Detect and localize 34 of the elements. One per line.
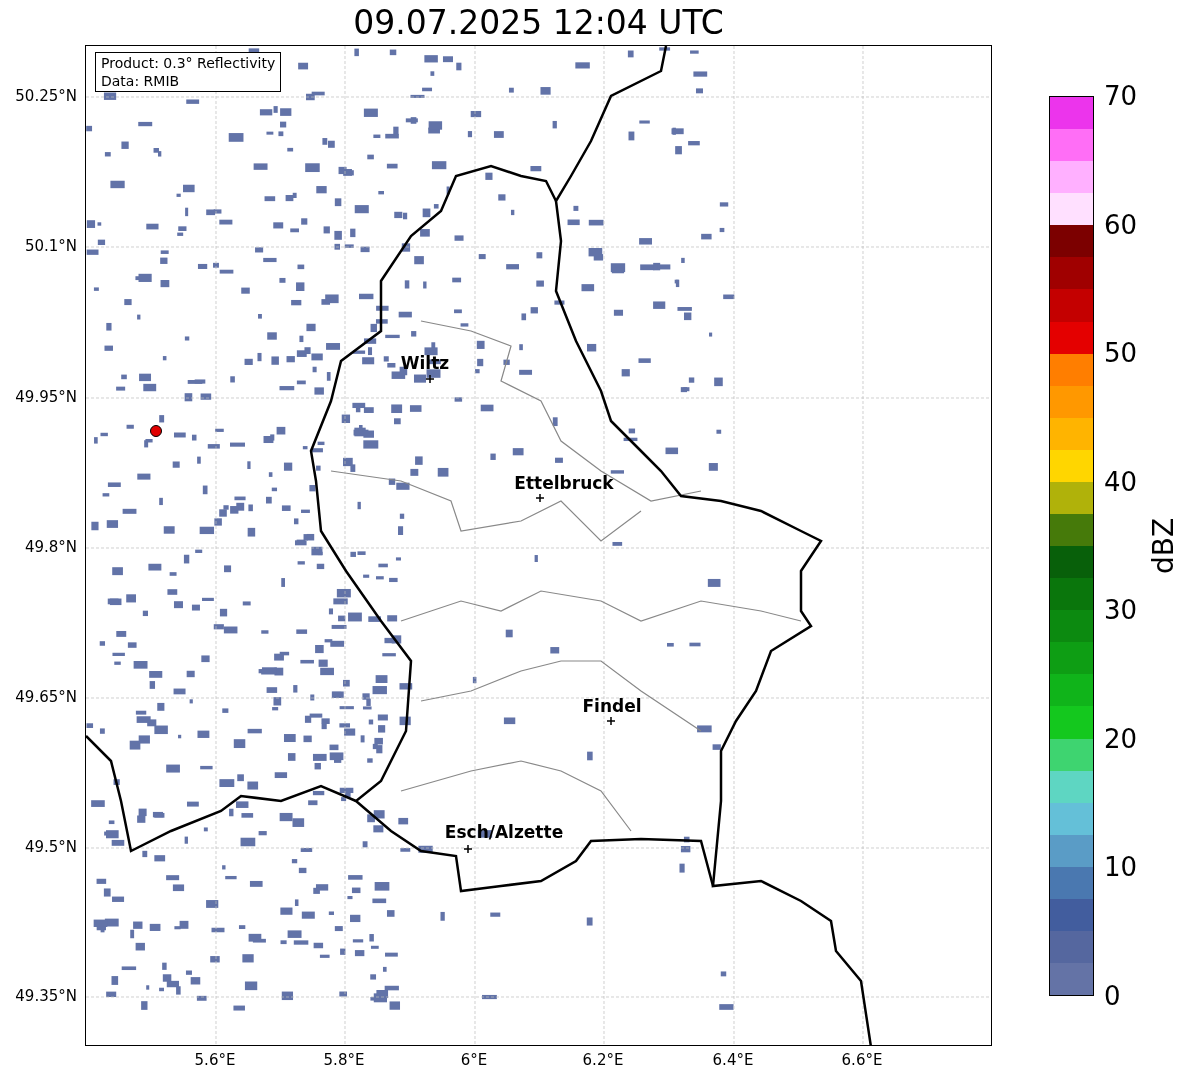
city-marker-icon [536, 494, 544, 502]
colorbar-tick-label: 50 [1104, 340, 1138, 367]
legend-text: Product: 0.3° Reflectivity [101, 54, 276, 72]
latitude-label: 49.65°N [15, 689, 77, 705]
city-marker-icon [464, 845, 472, 853]
latitude-label: 50.1°N [24, 238, 77, 254]
colorbar-label: dBZ [1150, 517, 1178, 575]
colorbar-tick-label: 60 [1104, 211, 1138, 238]
latitude-label: 49.5°N [24, 839, 77, 855]
colorbar-tick-label: 70 [1104, 83, 1138, 109]
city-label: Esch/Alzette [444, 823, 564, 841]
latitude-label: 49.35°N [15, 988, 77, 1004]
longitude-label: 6°E [460, 1053, 488, 1068]
radar-site-icon [149, 424, 163, 438]
city-marker-icon [426, 375, 434, 383]
longitude-label: 5.6°E [194, 1053, 236, 1068]
legend-text: Data: RMIB [101, 72, 181, 90]
longitude-label: 5.8°E [323, 1053, 365, 1068]
longitude-label: 6.2°E [582, 1053, 624, 1068]
city-label: Ettelbruck [514, 474, 614, 492]
city-marker-icon [607, 717, 615, 725]
city-label: Findel [582, 697, 642, 715]
latitude-label: 50.25°N [15, 88, 77, 104]
colorbar-tick-label: 40 [1104, 468, 1138, 495]
latitude-label: 49.8°N [24, 539, 77, 555]
colorbar-tick-label: 30 [1104, 597, 1138, 624]
city-label: Wiltz [400, 354, 450, 372]
longitude-label: 6.6°E [841, 1053, 883, 1068]
chart-title: 09.07.2025 12:04 UTC [353, 6, 724, 39]
colorbar-tick-label: 20 [1104, 725, 1138, 752]
colorbar-tick-label: 10 [1104, 854, 1138, 881]
longitude-label: 6.4°E [712, 1053, 754, 1068]
colorbar-tick-label: 0 [1104, 983, 1121, 1009]
latitude-label: 49.95°N [15, 389, 77, 405]
